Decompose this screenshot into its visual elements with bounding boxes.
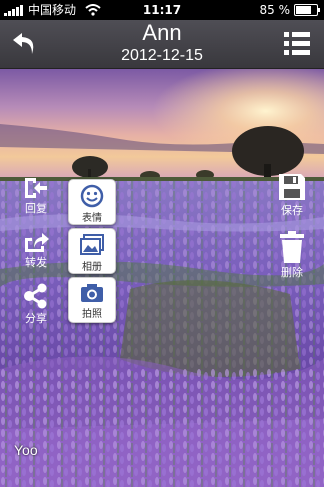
save-icon <box>279 174 305 200</box>
reply-icon <box>25 178 47 198</box>
image-caption: Yoo <box>14 442 38 458</box>
camera-icon <box>81 284 103 302</box>
forward-button[interactable]: 转发 <box>18 230 54 270</box>
save-button[interactable]: 保存 <box>274 172 310 218</box>
contact-name: Ann <box>142 20 182 45</box>
battery-percent: 85 % <box>259 3 291 17</box>
share-button[interactable]: 分享 <box>18 282 54 326</box>
save-label: 保存 <box>281 204 303 217</box>
header-bar: Ann 2012-12-15 <box>0 20 324 69</box>
delete-button[interactable]: 删除 <box>274 230 310 280</box>
camera-button[interactable]: 拍照 <box>68 277 116 323</box>
reply-button[interactable]: 回复 <box>18 176 54 216</box>
emoji-label: 表情 <box>82 213 102 224</box>
album-button[interactable]: 相册 <box>68 228 116 274</box>
battery-area: 85 % <box>259 0 320 20</box>
reply-label: 回复 <box>25 202 47 215</box>
emoji-button[interactable]: 表情 <box>68 179 116 225</box>
album-icon <box>80 234 104 255</box>
list-menu-icon[interactable] <box>284 31 310 57</box>
delete-label: 删除 <box>281 266 303 279</box>
share-icon <box>24 283 47 309</box>
message-date: 2012-12-15 <box>121 47 203 64</box>
camera-label: 拍照 <box>82 309 102 320</box>
album-label: 相册 <box>82 262 102 273</box>
forward-label: 转发 <box>25 256 47 269</box>
battery-icon <box>294 4 320 16</box>
forward-icon <box>25 233 49 252</box>
smiley-icon <box>80 184 104 208</box>
share-label: 分享 <box>25 312 47 325</box>
status-bar: 中国移动 11:17 85 % <box>0 0 324 20</box>
trash-icon <box>280 231 304 263</box>
